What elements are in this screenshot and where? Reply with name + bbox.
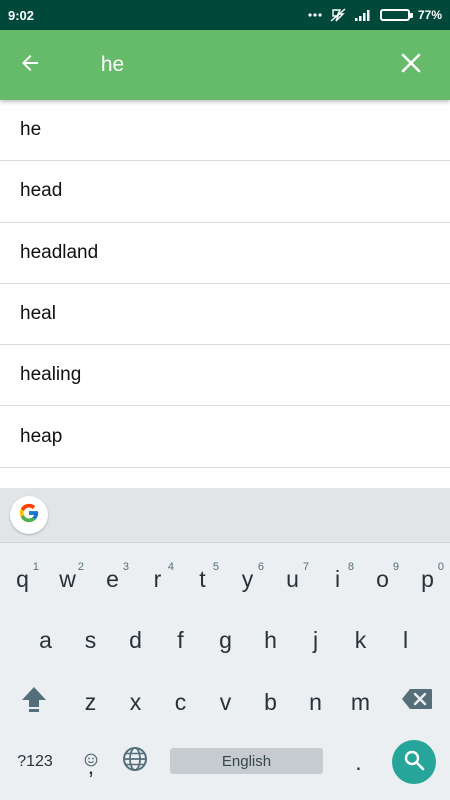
key-f[interactable]: f — [158, 612, 203, 668]
keyboard-suggestion-strip — [0, 488, 450, 543]
signal-icon — [354, 9, 372, 21]
key-t[interactable]: t5 — [180, 551, 225, 607]
status-time: 9:02 — [8, 7, 35, 23]
suggestion-item[interactable]: healing — [0, 345, 450, 407]
battery-icon — [379, 9, 413, 21]
globe-icon — [122, 746, 148, 778]
comma-key[interactable]: , — [70, 734, 112, 790]
arrow-left-icon — [18, 51, 42, 80]
backspace-icon — [401, 688, 433, 716]
key-r[interactable]: r4 — [135, 551, 180, 607]
key-e[interactable]: e3 — [90, 551, 135, 607]
key-i[interactable]: i8 — [315, 551, 360, 607]
key-k[interactable]: k — [338, 612, 383, 668]
google-g-icon — [18, 502, 40, 529]
soft-keyboard: q1 w2 e3 r4 t5 y6 u7 i8 o9 p0 a s d f g … — [0, 488, 450, 800]
suggestion-item[interactable]: he — [0, 100, 450, 162]
google-button[interactable] — [10, 496, 48, 534]
key-row-3: z x c v b n m — [0, 674, 450, 730]
symbols-key[interactable]: ?123 — [0, 734, 70, 790]
suggestion-item[interactable]: headland — [0, 223, 450, 284]
emoji-icon — [84, 746, 98, 773]
suggestion-item[interactable]: heap — [0, 406, 450, 468]
key-c[interactable]: c — [158, 674, 203, 730]
key-row-4: ?123 , English . — [0, 734, 450, 790]
backspace-key[interactable] — [383, 674, 450, 730]
search-input[interactable] — [60, 30, 372, 100]
status-bar: 9:02 77% — [0, 0, 450, 30]
search-icon — [403, 749, 425, 776]
space-key[interactable]: English — [170, 748, 323, 774]
key-p[interactable]: p0 — [405, 551, 450, 607]
shift-key[interactable] — [0, 674, 68, 730]
key-a[interactable]: a — [23, 612, 68, 668]
key-o[interactable]: o9 — [360, 551, 405, 607]
close-icon — [400, 52, 422, 79]
key-g[interactable]: g — [203, 612, 248, 668]
more-dots-icon — [308, 13, 322, 17]
key-m[interactable]: m — [338, 674, 383, 730]
key-l[interactable]: l — [383, 612, 428, 668]
key-w[interactable]: w2 — [45, 551, 90, 607]
key-z[interactable]: z — [68, 674, 113, 730]
clear-search-button[interactable] — [372, 30, 450, 100]
back-button[interactable] — [0, 30, 61, 100]
suggestion-list: he head headland heal healing heap — [0, 100, 450, 488]
key-x[interactable]: x — [113, 674, 158, 730]
key-q[interactable]: q1 — [0, 551, 45, 607]
key-row-2: a s d f g h j k l — [0, 612, 450, 668]
suggestion-item[interactable]: heal — [0, 284, 450, 346]
suggestion-item[interactable]: head — [0, 161, 450, 223]
language-key[interactable] — [112, 734, 158, 790]
suggestion-item[interactable] — [0, 468, 450, 488]
key-b[interactable]: b — [248, 674, 293, 730]
keyboard-search-button[interactable] — [392, 740, 436, 784]
shift-arrow-icon — [19, 684, 49, 720]
key-v[interactable]: v — [203, 674, 248, 730]
key-s[interactable]: s — [68, 612, 113, 668]
key-y[interactable]: y6 — [225, 551, 270, 607]
key-j[interactable]: j — [293, 612, 338, 668]
status-icons: 77% — [308, 8, 442, 22]
search-app-bar — [0, 30, 450, 100]
mute-icon — [330, 8, 346, 22]
key-row-1: q1 w2 e3 r4 t5 y6 u7 i8 o9 p0 — [0, 551, 450, 607]
key-u[interactable]: u7 — [270, 551, 315, 607]
key-d[interactable]: d — [113, 612, 158, 668]
period-key[interactable]: . — [336, 734, 381, 790]
key-n[interactable]: n — [293, 674, 338, 730]
battery-percent: 77% — [417, 8, 442, 22]
key-h[interactable]: h — [248, 612, 293, 668]
